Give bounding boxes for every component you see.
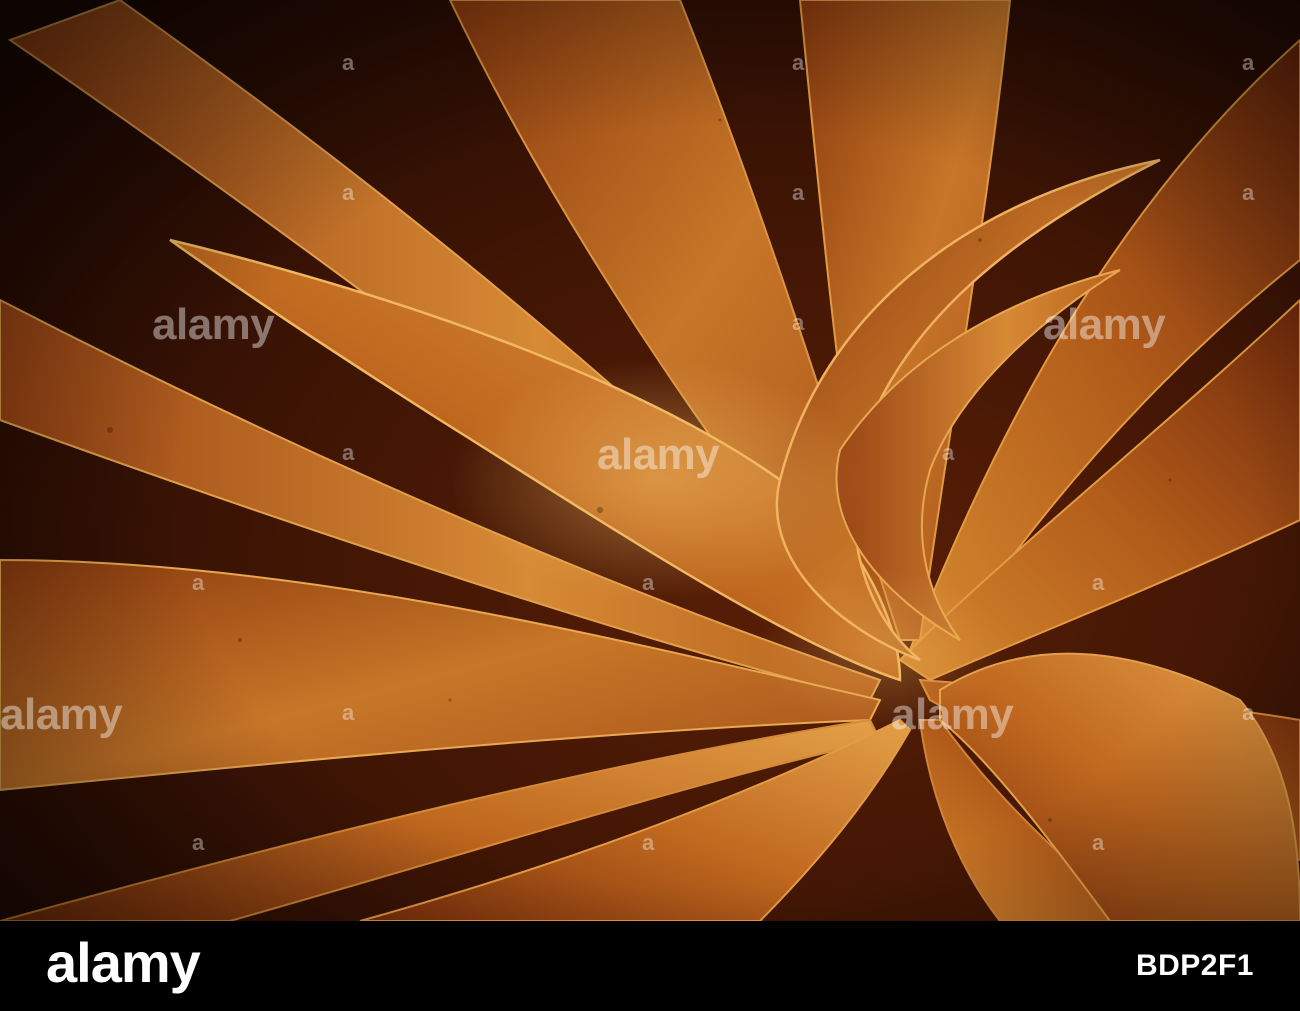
agave-photo: alamy alamy alamy alamy alamy a a a a a … [0,0,1300,921]
image-id: BDP2F1 [1135,949,1254,982]
agave-leaves-illustration [0,0,1300,921]
footer-id-panel: BDP2F1 [880,921,1300,1011]
footer-bar: alamy BDP2F1 [0,921,1300,1011]
footer-logo: alamy [46,931,201,994]
